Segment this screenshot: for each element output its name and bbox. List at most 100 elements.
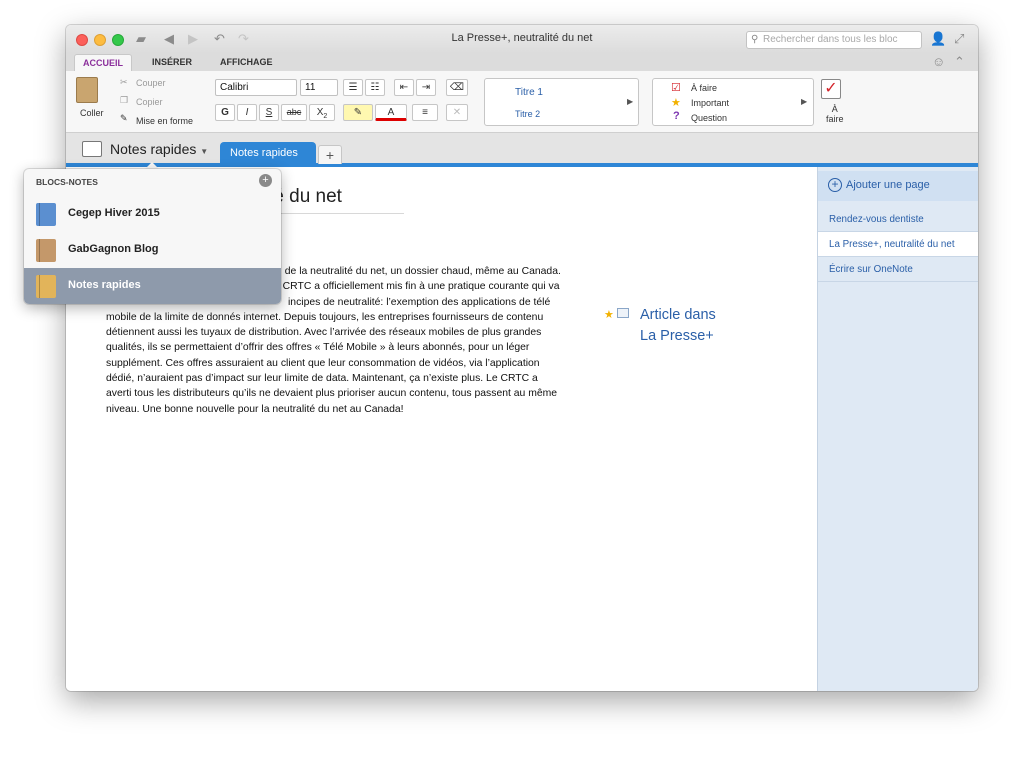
scissors-icon: ✂ [120,77,128,87]
notebook-bar: Notes rapides ▼ [66,133,978,167]
search-placeholder: Rechercher dans tous les bloc [763,34,898,45]
tag-a-faire[interactable]: À faire [691,83,717,93]
notebook-selector[interactable]: Notes rapides ▼ [110,141,208,157]
tag-important[interactable]: Important [691,98,729,108]
cut-button[interactable]: Couper [136,78,166,88]
copy-icon: ❐ [120,95,129,105]
tags-more-icon[interactable]: ▶ [801,97,807,106]
question-tag-icon: ? [673,110,680,122]
align-button[interactable]: ≡ [412,104,438,121]
body-line: niveau. Une bonne nouvelle pour la neutr… [106,403,404,415]
notebook-item-label: Cegep Hiver 2015 [68,207,160,219]
notebook-book-icon [36,203,56,226]
highlight-button[interactable]: ✎ [343,104,373,121]
indent-icon: ⇥ [421,82,431,93]
notebook-item-cegep[interactable]: Cegep Hiver 2015 [24,196,281,232]
strikethrough-button[interactable]: abc [281,104,307,121]
star-tag-icon: ★ [671,97,681,109]
numbering-button[interactable]: ☷ [365,79,385,96]
format-painter-button[interactable]: Mise en forme [136,116,193,126]
fullscreen-icon[interactable]: ⤢ [954,31,964,47]
tag-question[interactable]: Question [691,113,727,123]
eraser-icon: ⌫ [449,82,465,93]
onenote-window: ▰ ◀ ▶ ↶ ↷ La Presse+, neutralité du net … [66,25,978,691]
ribbon-tabs: ACCUEIL INSÉRER AFFICHAGE ☺ ⌃ [66,53,978,71]
paste-icon[interactable] [76,77,98,103]
tab-accueil[interactable]: ACCUEIL [74,54,132,71]
outdent-button[interactable]: ⇤ [394,79,414,96]
copy-button[interactable]: Copier [136,97,163,107]
bullets-icon: ☰ [348,82,358,93]
todo-checkmark-icon[interactable]: ✓ [821,79,841,99]
notebook-icon [82,141,102,157]
notebook-item-notes-rapides[interactable]: Notes rapides [24,268,281,304]
subscript-button[interactable]: X2 [309,104,335,121]
font-name-select[interactable]: Calibri [215,79,297,96]
bullets-button[interactable]: ☰ [343,79,363,96]
subscript-number: 2 [323,113,328,120]
add-page-button[interactable]: + Ajouter une page [818,171,978,201]
body-line: détiennent aussi les tuyaux de distribut… [106,327,542,339]
star-tag-icon: ★ [604,309,614,321]
styles-more-icon[interactable]: ▶ [627,97,633,106]
section-tab-notes-rapides[interactable]: Notes rapides [220,142,316,164]
italic-button[interactable]: I [237,104,257,121]
notebook-item-gabgagnon[interactable]: GabGagnon Blog [24,232,281,268]
link-icon [617,308,629,318]
delete-button[interactable]: ✕ [446,104,468,121]
notebook-current-name: Notes rapides [110,141,197,157]
pages-list: + Ajouter une page Rendez-vous dentiste … [817,167,978,691]
outdent-icon: ⇤ [399,82,409,93]
style-titre-2[interactable]: Titre 2 [515,109,540,119]
body-line: qualités, ils se permettaient d’offrir d… [106,342,530,354]
tab-inserer[interactable]: INSÉRER [144,54,200,71]
notebook-item-label: GabGagnon Blog [68,243,159,255]
styles-gallery[interactable]: Titre 1 Titre 2 ▶ [484,78,639,126]
clear-format-button[interactable]: ⌫ [446,79,468,96]
underline-button[interactable]: S [259,104,279,121]
body-line: supplément. Ces offres assuraient au cli… [106,357,540,369]
collapse-ribbon-icon[interactable]: ⌃ [954,54,965,70]
page-item-ecrire-onenote[interactable]: Écrire sur OneNote [818,257,978,282]
page-item-la-presse[interactable]: La Presse+, neutralité du net [818,232,978,257]
add-section-button[interactable]: + [318,145,342,164]
notebook-book-icon [36,275,56,298]
title-bar: ▰ ◀ ▶ ↶ ↷ La Presse+, neutralité du net … [66,25,978,53]
numbering-icon: ☷ [370,82,380,93]
font-size-value: 11 [305,82,316,93]
search-input[interactable]: ⚲ Rechercher dans tous les bloc [746,31,922,49]
tags-gallery[interactable]: ☑ À faire ★ Important ? Question ▶ [652,78,814,126]
format-painter-icon: ✎ [120,113,128,123]
font-name-value: Calibri [220,82,249,93]
search-icon: ⚲ [751,34,759,45]
bold-button[interactable]: G [215,104,235,121]
article-link[interactable]: Article dans La Presse+ [640,305,760,347]
indent-button[interactable]: ⇥ [416,79,436,96]
add-page-label: Ajouter une page [846,179,930,191]
add-notebook-icon[interactable]: + [259,174,272,187]
notebooks-popover: BLOCS-NOTES + Cegep Hiver 2015 GabGagnon… [24,169,281,304]
todo-label-line2: faire [826,114,844,124]
share-user-icon[interactable]: 👤 [930,31,946,47]
font-size-select[interactable]: 11 [300,79,338,96]
highlighter-icon: ✎ [353,107,363,118]
style-titre-1[interactable]: Titre 1 [515,87,543,98]
article-link-line1: Article dans [640,307,716,323]
notebook-book-icon [36,239,56,262]
font-color-button[interactable]: A [375,104,407,121]
todo-label-line1: À [831,104,838,114]
notebooks-header: BLOCS-NOTES [36,177,98,187]
notebook-item-label: Notes rapides [68,279,141,291]
tab-affichage[interactable]: AFFICHAGE [212,54,281,71]
article-link-line2: La Presse+ [640,328,714,344]
page-item-rendez-vous[interactable]: Rendez-vous dentiste [818,207,978,232]
todo-tag-button[interactable]: À faire [826,104,844,124]
body-line: dédié, n’auraient pas d’impact sur leur … [106,373,538,385]
align-left-icon: ≡ [422,107,428,118]
checkbox-tag-icon: ☑ [671,82,681,94]
add-circle-icon: + [828,178,842,192]
ribbon: Coller ✂ Couper ❐ Copier ✎ Mise en forme… [66,71,978,133]
body-line: averti tous les distributeurs qu’ils ne … [106,388,558,400]
paste-button[interactable]: Coller [80,108,104,118]
smiley-feedback-icon[interactable]: ☺ [932,54,945,70]
